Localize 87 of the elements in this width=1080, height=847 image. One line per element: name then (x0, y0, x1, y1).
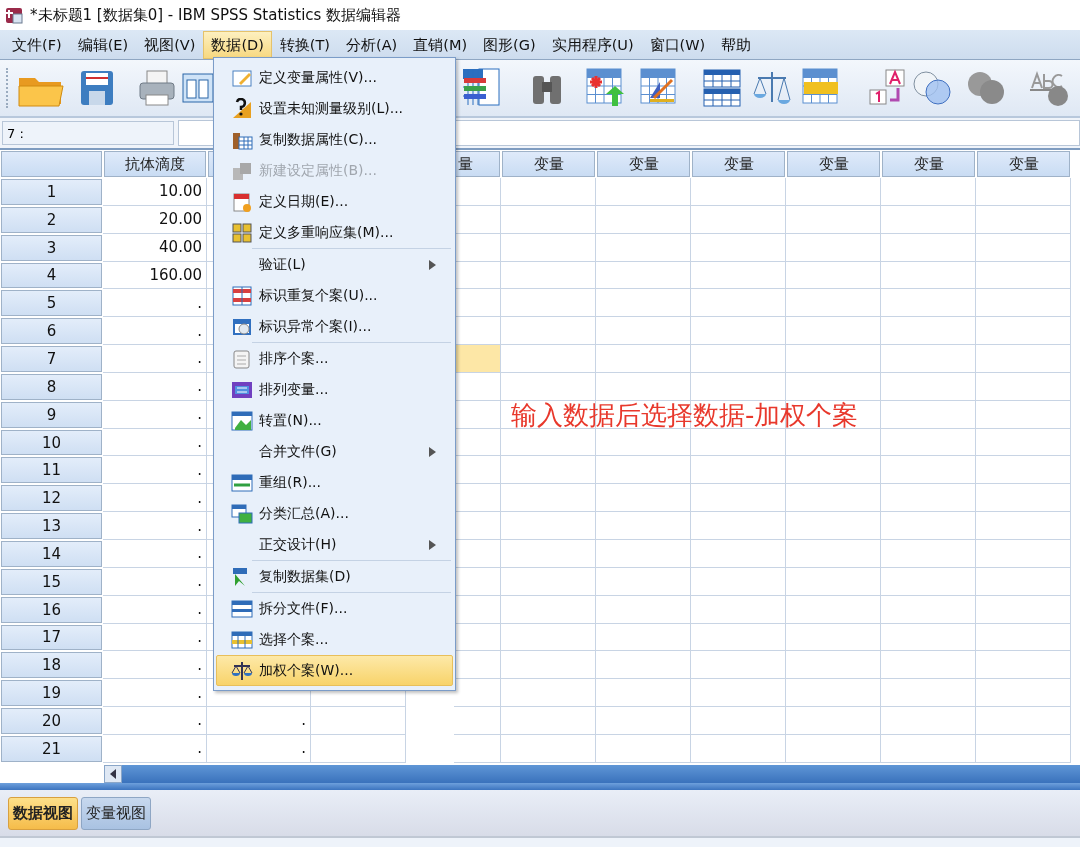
column-header[interactable]: 变量 (882, 151, 975, 177)
row-number[interactable]: 7 (1, 346, 102, 372)
column-header[interactable]: 变量 (977, 151, 1070, 177)
table-cell[interactable]: . (103, 734, 207, 763)
row-number[interactable]: 2 (1, 206, 102, 233)
menu-item[interactable]: 验证(L) (216, 249, 453, 280)
row-number[interactable]: 18 (1, 652, 102, 679)
menu-item[interactable]: 加权个案(W)... (216, 655, 453, 686)
menu-item[interactable]: 定义多重响应集(M)... (216, 217, 453, 248)
table-cell[interactable]: . (103, 539, 207, 568)
table-cell[interactable]: 160.00 (103, 261, 207, 290)
column-header[interactable]: 变量 (692, 151, 785, 177)
menu-item[interactable]: 标识异常个案(I)... (216, 311, 453, 342)
table-cell[interactable]: . (103, 484, 207, 513)
menu-item[interactable]: 标识重复个案(U)... (216, 280, 453, 311)
row-number[interactable]: 15 (1, 568, 102, 595)
menu-item[interactable]: 编辑(E) (69, 31, 137, 59)
menu-item[interactable]: 设置未知测量级别(L)... (216, 93, 453, 124)
row-number[interactable]: 10 (1, 429, 102, 456)
row-number[interactable]: 3 (1, 234, 102, 261)
table-cell[interactable]: 40.00 (103, 233, 207, 262)
menu-item[interactable]: 重组(R)... (216, 467, 453, 498)
window-title: *未标题1 [数据集0] - IBM SPSS Statistics 数据编辑器 (30, 5, 402, 25)
table-cell[interactable]: . (103, 372, 207, 401)
row-number[interactable]: 13 (1, 513, 102, 539)
cell-reference: 7 : (2, 121, 174, 145)
menu-item[interactable]: 分析(A) (338, 31, 406, 59)
table-cell[interactable]: . (207, 734, 311, 763)
table-cell[interactable]: . (103, 456, 207, 485)
table-cell[interactable]: . (103, 317, 207, 346)
row-number[interactable]: 5 (1, 290, 102, 317)
row-number[interactable]: 19 (1, 680, 102, 707)
menu-item[interactable]: 选择个案... (216, 624, 453, 655)
column-header[interactable]: 变量 (597, 151, 690, 177)
menu-item[interactable]: 定义变量属性(V)... (216, 62, 453, 93)
menu-item[interactable]: 转置(N)... (216, 405, 453, 436)
row-number[interactable]: 17 (1, 624, 102, 651)
table-cell[interactable]: 10.00 (103, 178, 207, 206)
table-cell[interactable]: . (103, 707, 207, 735)
row-number[interactable]: 11 (1, 457, 102, 484)
column-header[interactable]: 变量 (502, 151, 595, 177)
view-tab[interactable]: 数据视图 (8, 796, 78, 830)
menu-item[interactable]: 排列变量... (216, 374, 453, 405)
menu-item[interactable]: 拆分文件(F)... (216, 593, 453, 624)
table-cell[interactable]: . (103, 567, 207, 596)
column-header[interactable]: 变量 (787, 151, 880, 177)
table-cell[interactable]: . (207, 707, 311, 735)
table-cell[interactable]: . (103, 512, 207, 540)
menu-item[interactable]: 复制数据属性(C)... (216, 124, 453, 155)
menu-item[interactable]: 转换(T) (271, 31, 339, 59)
row-number[interactable]: 1 (1, 179, 102, 205)
menu-item[interactable]: 窗口(W) (641, 31, 714, 59)
view-tab[interactable]: 变量视图 (81, 796, 151, 830)
table-cell[interactable]: . (103, 400, 207, 429)
row-number[interactable]: 21 (1, 735, 102, 762)
menu-item[interactable]: 直销(M) (405, 31, 476, 59)
row-number[interactable]: 12 (1, 485, 102, 512)
menu-item[interactable]: 分类汇总(A)... (216, 498, 453, 529)
menu-item[interactable]: 排序个案... (216, 343, 453, 374)
table-cell[interactable]: . (103, 651, 207, 680)
table-cell[interactable]: . (103, 428, 207, 457)
table-cell[interactable]: . (103, 679, 207, 708)
table-cell[interactable]: . (103, 345, 207, 373)
menu-item[interactable]: 图形(G) (475, 31, 544, 59)
table-cell[interactable]: 20.00 (103, 205, 207, 234)
row-number[interactable]: 4 (1, 262, 102, 289)
column-header[interactable]: 量 (455, 151, 500, 177)
row-number[interactable]: 8 (1, 373, 102, 400)
table-cell[interactable]: . (103, 623, 207, 652)
menu-item[interactable]: 实用程序(U) (543, 31, 642, 59)
row-number[interactable]: 14 (1, 540, 102, 567)
table-cell[interactable]: . (103, 289, 207, 318)
menu-item[interactable]: 数据(D) (203, 31, 272, 59)
menu-item[interactable]: 复制数据集(D) (216, 561, 453, 592)
menu-item[interactable]: 文件(F) (4, 31, 70, 59)
menu-item[interactable]: 合并文件(G) (216, 436, 453, 467)
menu-item[interactable]: 帮助 (713, 31, 760, 59)
annotation-text: 输入数据后选择数据-加权个案 (501, 400, 881, 429)
menu-item[interactable]: 视图(V) (136, 31, 204, 59)
row-number[interactable]: 20 (1, 708, 102, 734)
row-number[interactable]: 16 (1, 596, 102, 623)
menu-item[interactable]: 正交设计(H) (216, 529, 453, 560)
row-number[interactable]: 6 (1, 318, 102, 345)
menu-item[interactable]: 定义日期(E)... (216, 186, 453, 217)
column-header[interactable]: 抗体滴度 (104, 151, 206, 177)
table-cell[interactable]: . (103, 595, 207, 624)
row-number[interactable]: 9 (1, 401, 102, 428)
